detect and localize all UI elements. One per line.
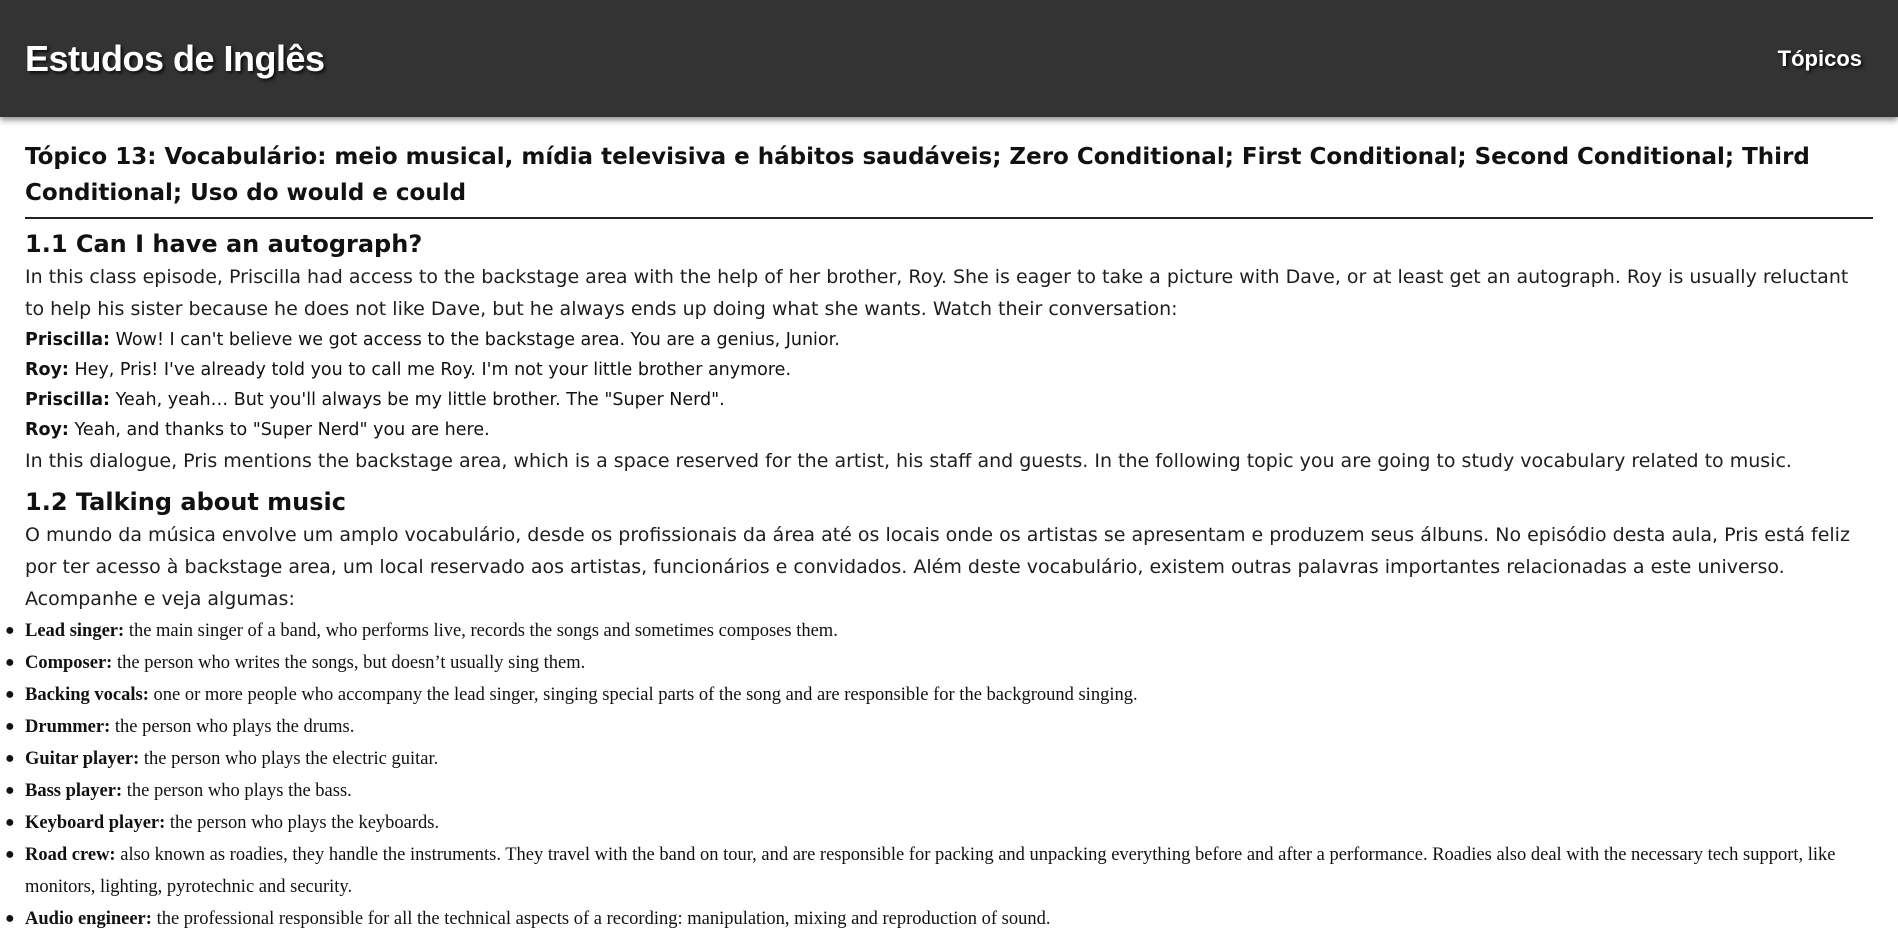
dialogue-speaker: Roy: xyxy=(25,360,69,380)
dialogue-text: Yeah, yeah… But you'll always be my litt… xyxy=(115,390,725,410)
vocab-term: Guitar player: xyxy=(25,749,140,769)
list-item: ● Composer: the person who writes the son… xyxy=(5,647,1873,679)
vocab-definition: the person who plays the drums. xyxy=(114,717,355,737)
vocab-term: Drummer: xyxy=(25,717,111,737)
list-item: ● Drummer: the person who plays the drums… xyxy=(5,711,1873,743)
bullet-icon: ● xyxy=(5,622,15,639)
bullet-icon: ● xyxy=(5,846,15,863)
section-talking-about-music: 1.2 Talking about music O mundo da músic… xyxy=(5,487,1873,935)
vocab-definition: the person who plays the bass. xyxy=(126,781,352,801)
section-autograph: 1.1 Can I have an autograph? In this cla… xyxy=(25,229,1873,477)
list-item: ● Backing vocals: one or more people who … xyxy=(5,679,1873,711)
dialogue-speaker: Roy: xyxy=(25,420,69,440)
vocab-term: Backing vocals: xyxy=(25,685,149,705)
dialogue-line: Roy: Hey, Pris! I've already told you to… xyxy=(25,355,1873,385)
section-outro-paragraph: In this dialogue, Pris mentions the back… xyxy=(25,450,1792,472)
vocab-definition: the person who plays the electric guitar… xyxy=(143,749,439,769)
site-brand[interactable]: Estudos de Inglês xyxy=(25,38,325,80)
bullet-icon: ● xyxy=(5,718,15,735)
bullet-icon: ● xyxy=(5,750,15,767)
list-item: ● Bass player: the person who plays the b… xyxy=(5,775,1873,807)
bullet-icon: ● xyxy=(5,782,15,799)
vocab-term: Road crew: xyxy=(25,845,116,865)
vocab-term: Lead singer: xyxy=(25,621,125,641)
vocab-definition: the person who writes the songs, but doe… xyxy=(116,653,586,673)
vocab-definition: the person who plays the keyboards. xyxy=(169,813,440,833)
dialogue-line: Priscilla: Wow! I can't believe we got a… xyxy=(25,325,1873,355)
topic-title: Tópico 13: Vocabulário: meio musical, mí… xyxy=(25,139,1873,219)
dialogue-line: Priscilla: Yeah, yeah… But you'll always… xyxy=(25,385,1873,415)
list-item: ● Audio engineer: the professional respon… xyxy=(5,903,1873,935)
section-intro-paragraph: O mundo da música envolve um amplo vocab… xyxy=(25,524,1850,610)
dialogue-text: Hey, Pris! I've already told you to call… xyxy=(74,360,792,380)
bullet-icon: ● xyxy=(5,814,15,831)
vocab-definition: one or more people who accompany the lea… xyxy=(153,685,1138,705)
bullet-icon: ● xyxy=(5,654,15,671)
list-item: ● Guitar player: the person who plays the… xyxy=(5,743,1873,775)
vocab-term: Keyboard player: xyxy=(25,813,166,833)
section-intro-paragraph: In this class episode, Priscilla had acc… xyxy=(25,266,1849,320)
vocab-term: Audio engineer: xyxy=(25,909,152,929)
list-item: ● Lead singer: the main singer of a band,… xyxy=(5,615,1873,647)
vocabulary-list: ● Lead singer: the main singer of a band,… xyxy=(5,615,1873,935)
top-navbar: Estudos de Inglês Tópicos xyxy=(0,0,1898,117)
dialogue-line: Roy: Yeah, and thanks to "Super Nerd" yo… xyxy=(25,415,1873,445)
nav-link-topics[interactable]: Tópicos xyxy=(1778,46,1862,72)
dialogue-text: Wow! I can't believe we got access to th… xyxy=(115,330,840,350)
vocab-definition: the professional responsible for all the… xyxy=(156,909,1051,929)
section-heading-music: 1.2 Talking about music xyxy=(25,488,346,516)
list-item: ● Keyboard player: the person who plays t… xyxy=(5,807,1873,839)
vocab-definition: also known as roadies, they handle the i… xyxy=(25,845,1836,897)
list-item: ● Road crew: also known as roadies, they … xyxy=(5,839,1873,903)
bullet-icon: ● xyxy=(5,686,15,703)
dialogue-speaker: Priscilla: xyxy=(25,390,111,410)
section-heading-autograph: 1.1 Can I have an autograph? xyxy=(25,230,423,258)
dialogue-speaker: Priscilla: xyxy=(25,330,111,350)
dialogue-text: Yeah, and thanks to "Super Nerd" you are… xyxy=(74,420,490,440)
bullet-icon: ● xyxy=(5,910,15,927)
vocab-term: Composer: xyxy=(25,653,113,673)
vocab-definition: the main singer of a band, who performs … xyxy=(128,621,838,641)
main-content: Tópico 13: Vocabulário: meio musical, mí… xyxy=(0,117,1898,935)
vocab-term: Bass player: xyxy=(25,781,123,801)
